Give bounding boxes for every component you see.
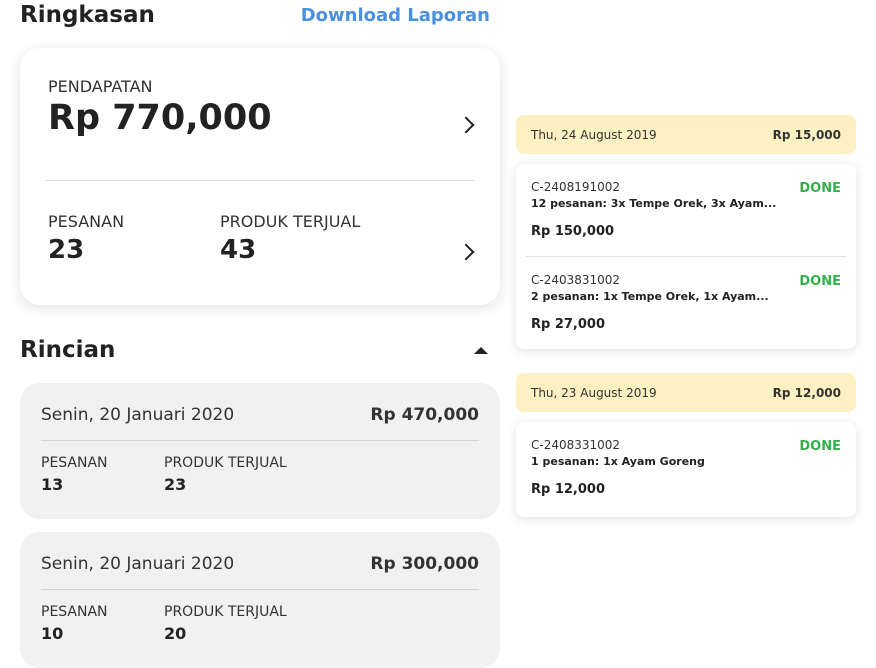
summary-divider: [46, 180, 474, 181]
detail-products-value: 20: [164, 624, 187, 643]
detail-divider: [41, 589, 479, 590]
order-status: DONE: [799, 274, 841, 289]
detail-products-value: 23: [164, 475, 187, 494]
order-item[interactable]: C-2403831002 2 pesanan: 1x Tempe Orek, 1…: [516, 257, 856, 349]
order-price: Rp 150,000: [531, 224, 615, 239]
order-desc: 2 pesanan: 1x Tempe Orek, 1x Ayam...: [531, 290, 769, 303]
products-stat: PRODUK TERJUAL 43: [220, 212, 360, 265]
detail-orders: PESANAN 10: [41, 604, 108, 643]
caret-up-icon[interactable]: [474, 346, 488, 354]
day-date: Thu, 24 August 2019: [531, 127, 657, 142]
summary-header: Ringkasan Download Laporan: [20, 2, 490, 28]
chevron-right-icon[interactable]: [457, 243, 475, 261]
products-label: PRODUK TERJUAL: [220, 212, 361, 231]
summary-title: Ringkasan: [20, 2, 155, 28]
detail-products: PRODUK TERJUAL 23: [164, 455, 287, 494]
rincian-header: Rincian: [20, 337, 488, 363]
report-page: Ringkasan Download Laporan PENDAPATAN Rp…: [0, 0, 876, 668]
detail-card[interactable]: Senin, 20 Januari 2020 Rp 300,000 PESANA…: [20, 532, 500, 668]
order-item[interactable]: C-2408331002 1 pesanan: 1x Ayam Goreng R…: [516, 422, 856, 517]
detail-date: Senin, 20 Januari 2020: [41, 554, 235, 574]
chevron-right-icon[interactable]: [457, 116, 475, 134]
detail-orders-value: 13: [41, 475, 64, 494]
rincian-title: Rincian: [20, 337, 116, 363]
order-price: Rp 12,000: [531, 482, 606, 497]
day-total: Rp 15,000: [772, 127, 841, 142]
order-price: Rp 27,000: [531, 317, 606, 332]
detail-date: Senin, 20 Januari 2020: [41, 405, 235, 425]
detail-card[interactable]: Senin, 20 Januari 2020 Rp 470,000 PESANA…: [20, 383, 500, 519]
orders-stat: PESANAN 23: [48, 212, 124, 265]
orders-card: C-2408191002 12 pesanan: 3x Tempe Orek, …: [516, 164, 856, 349]
orders-value: 23: [48, 235, 85, 265]
detail-amount: Rp 300,000: [370, 554, 479, 574]
order-id: C-2408191002: [531, 180, 621, 194]
order-status: DONE: [799, 181, 841, 196]
day-banner: Thu, 23 August 2019 Rp 12,000: [516, 373, 856, 412]
detail-amount: Rp 470,000: [370, 405, 479, 425]
summary-card: PENDAPATAN Rp 770,000 PESANAN 23 PRODUK …: [20, 48, 500, 305]
day-banner: Thu, 24 August 2019 Rp 15,000: [516, 115, 856, 154]
detail-orders-value: 10: [41, 624, 64, 643]
day-total: Rp 12,000: [772, 385, 841, 400]
detail-divider: [41, 440, 479, 441]
order-status: DONE: [799, 439, 841, 454]
detail-products-label: PRODUK TERJUAL: [164, 455, 287, 471]
revenue-block: PENDAPATAN Rp 770,000: [48, 77, 272, 138]
revenue-label: PENDAPATAN: [48, 77, 153, 96]
order-desc: 1 pesanan: 1x Ayam Goreng: [531, 455, 705, 468]
detail-products-label: PRODUK TERJUAL: [164, 604, 287, 620]
detail-orders-label: PESANAN: [41, 455, 108, 471]
orders-card: C-2408331002 1 pesanan: 1x Ayam Goreng R…: [516, 422, 856, 517]
detail-products: PRODUK TERJUAL 20: [164, 604, 287, 643]
order-desc: 12 pesanan: 3x Tempe Orek, 3x Ayam...: [531, 197, 777, 210]
detail-orders-label: PESANAN: [41, 604, 108, 620]
revenue-value: Rp 770,000: [48, 98, 272, 138]
products-value: 43: [220, 235, 257, 265]
day-date: Thu, 23 August 2019: [531, 385, 657, 400]
order-id: C-2408331002: [531, 438, 621, 452]
orders-label: PESANAN: [48, 212, 125, 231]
download-report-link[interactable]: Download Laporan: [301, 5, 490, 26]
detail-orders: PESANAN 13: [41, 455, 108, 494]
order-item[interactable]: C-2408191002 12 pesanan: 3x Tempe Orek, …: [516, 164, 856, 256]
order-id: C-2403831002: [531, 273, 621, 287]
